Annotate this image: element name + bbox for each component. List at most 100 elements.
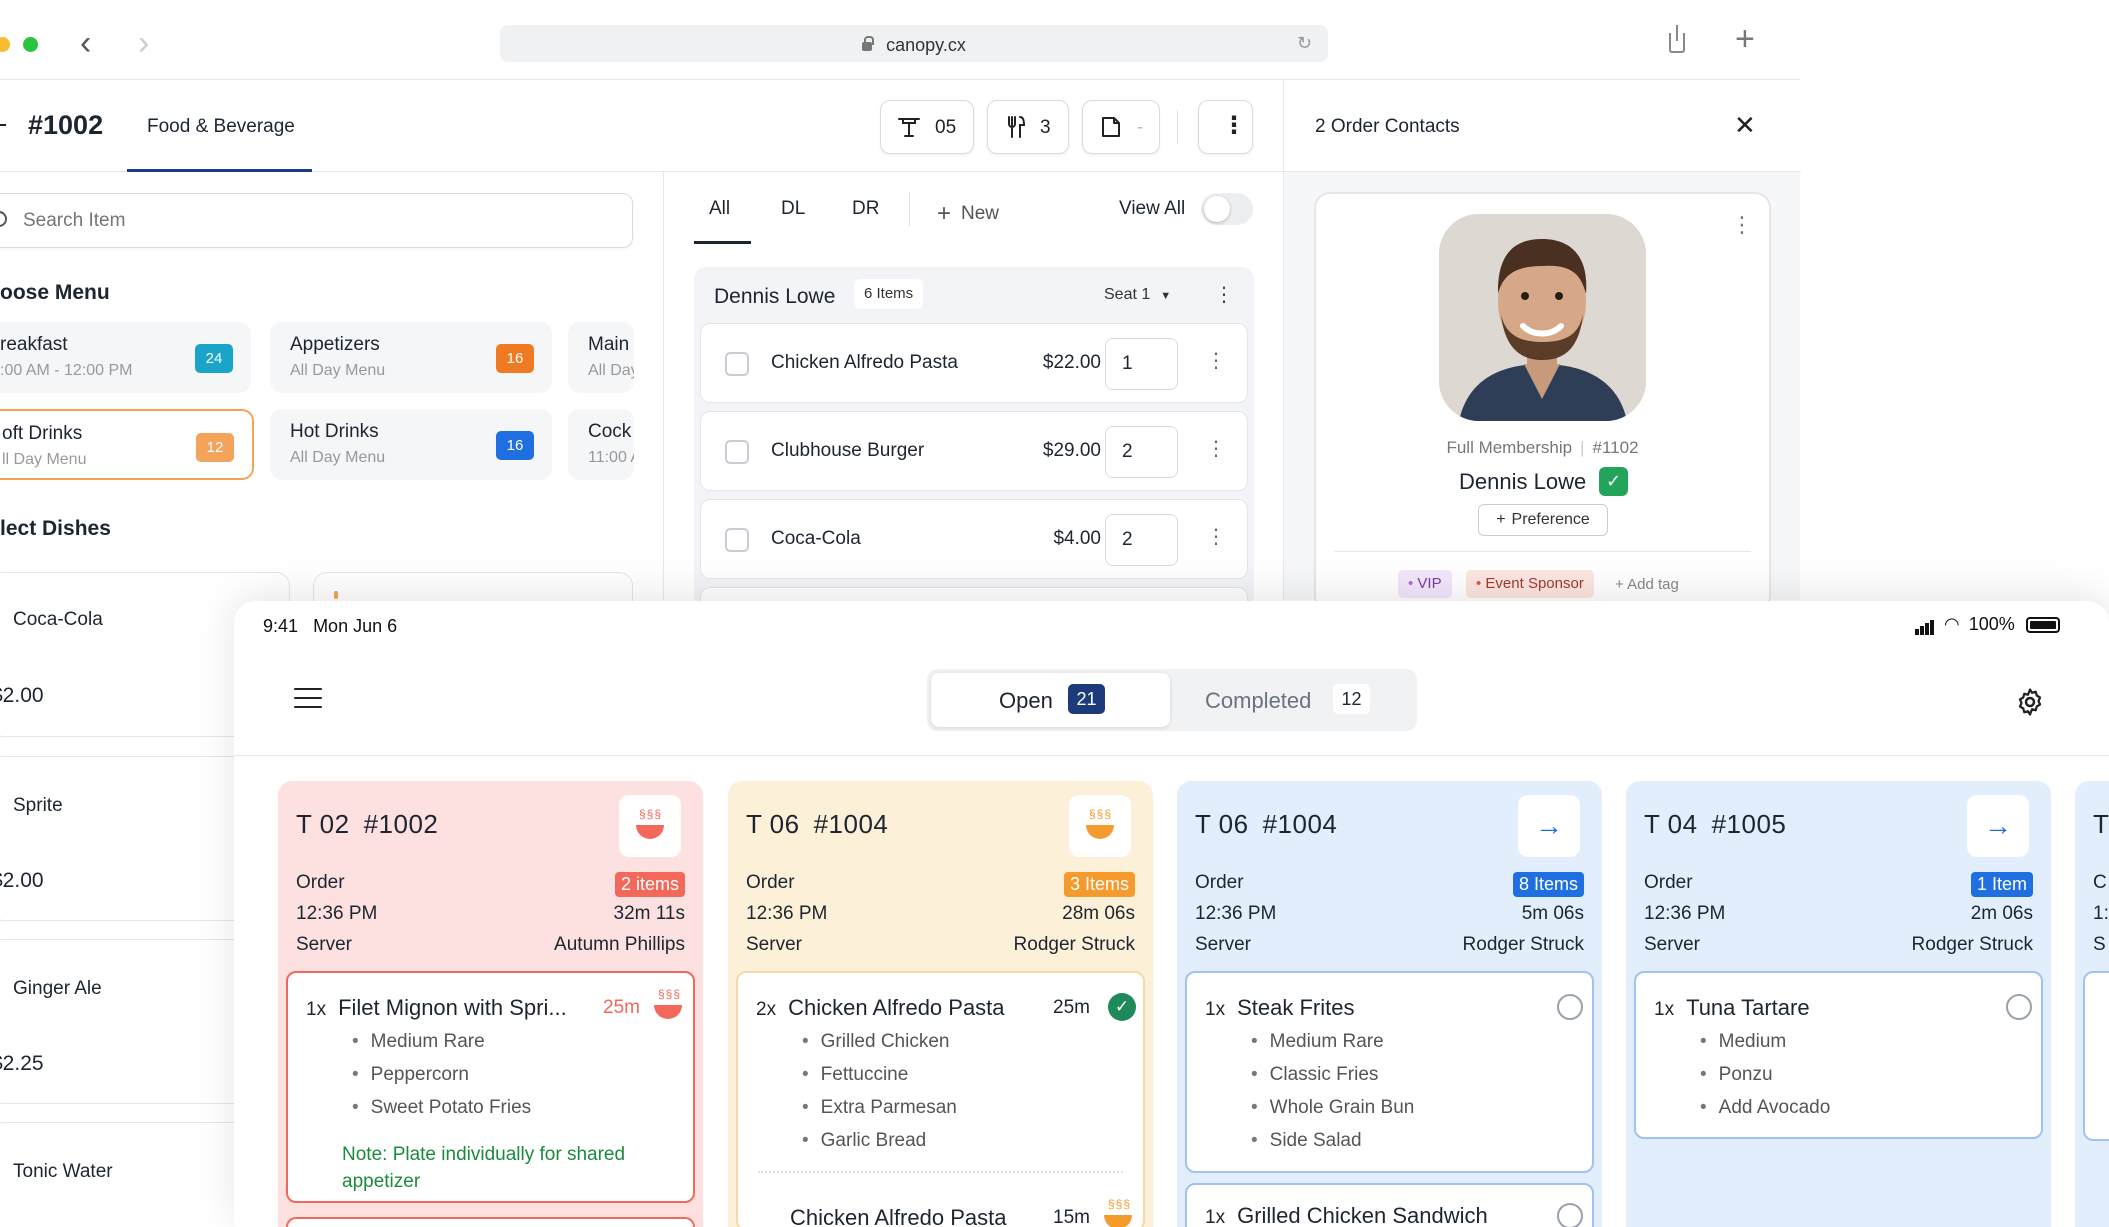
status-circle-icon[interactable] (1557, 994, 1583, 1020)
tab-open[interactable]: Open 21 (931, 673, 1170, 727)
modifier: Classic Fries (1251, 1064, 1414, 1097)
order-ticket[interactable]: T 02 #1002 §§§ Order 2 items 12:36 PM 32m 1… (278, 781, 703, 1227)
dish-price: $2.00 (0, 869, 44, 892)
kebab-menu-icon: ⋮ (1222, 112, 1246, 139)
menu-card-main[interactable]: Main All Day (568, 322, 634, 393)
quantity-input[interactable]: 2 (1105, 426, 1178, 478)
ticket-item[interactable] (286, 1217, 695, 1227)
menu-card-hot-drinks[interactable]: Hot Drinks All Day Menu 16 (270, 409, 552, 480)
ticket-item[interactable]: 1xFilet Mignon with Spri... 25m §§§ Medi… (286, 971, 695, 1203)
dish-card[interactable] (313, 572, 633, 602)
item-menu-icon[interactable]: ⋮ (1206, 348, 1226, 373)
ticket-item[interactable]: 1x Steak Frites Medium Rare Classic Fries… (1185, 971, 1594, 1173)
tag-event-sponsor[interactable]: • Event Sponsor (1466, 570, 1594, 598)
order-ticket[interactable]: T 06 #1004 §§§ Order 3 Items 12:36 PM 28m 0… (728, 781, 1153, 1227)
ticket-item[interactable]: 1x Tuna Tartare Medium Ponzu Add Avocado (1634, 971, 2043, 1139)
order-ticket[interactable]: T 06 #1004 → Order 8 Items 12:36 PM 5m 06s … (1177, 781, 1602, 1227)
close-icon[interactable]: ✕ (1734, 110, 1756, 141)
window-minimize-button[interactable] (0, 37, 10, 52)
menu-count-badge: 12 (196, 433, 234, 462)
new-seat-button[interactable]: + New (937, 198, 999, 227)
menu-card-soft-drinks[interactable]: oft Drinks ll Day Menu 12 (0, 409, 254, 480)
status-circle-icon[interactable] (1557, 1203, 1583, 1227)
menu-title: Appetizers (290, 334, 380, 355)
share-icon[interactable] (1669, 25, 1685, 53)
item-checkbox[interactable] (725, 528, 749, 552)
seat-value: Seat 1 (1104, 286, 1151, 303)
menu-card-appetizers[interactable]: Appetizers All Day Menu 16 (270, 322, 552, 393)
item-qty: 1x (306, 999, 327, 1020)
more-options-button[interactable]: ⋮ (1198, 100, 1253, 154)
modifier: Side Salad (1251, 1130, 1414, 1163)
item-qty: 1x (1205, 1207, 1226, 1227)
ticket-item[interactable]: 1x Grilled Chicken Sandwich (1185, 1183, 1594, 1227)
item-menu-icon[interactable]: ⋮ (1206, 436, 1226, 461)
item-menu-icon[interactable]: ⋮ (1206, 524, 1226, 549)
table-button[interactable]: 05 (880, 100, 974, 154)
window-zoom-button[interactable] (23, 37, 38, 52)
server-row: Server Rodger Struck (1644, 934, 2033, 956)
order-number: #1005 (1711, 809, 1787, 839)
gear-icon[interactable] (2015, 687, 2045, 722)
ticket-item[interactable] (2083, 971, 2109, 1141)
ticket-item[interactable]: 2x Chicken Alfredo Pasta 25m ✓ Grilled Ch… (736, 971, 1145, 1227)
tab-food-beverage[interactable]: Food & Beverage (147, 116, 295, 138)
seat-menu-icon[interactable]: ⋮ (1214, 282, 1234, 307)
completed-count-badge: 12 (1333, 684, 1370, 714)
item-header: 1x Filet Mignon with Spri... (306, 995, 567, 1021)
new-tab-icon[interactable]: + (1735, 22, 1755, 56)
server-name: Rodger Struck (1462, 934, 1584, 955)
item-timer: 25m (603, 997, 640, 1018)
dish-name: Ginger Ale (13, 978, 102, 999)
notes-button[interactable]: - (1082, 100, 1160, 154)
contacts-header: 2 Order Contacts ✕ (1284, 80, 1801, 172)
cart-item: Coca-Cola $4.00 2 ⋮ (700, 499, 1248, 579)
add-tag-button[interactable]: + Add tag (1615, 576, 1679, 593)
verified-check-icon: ✓ (1599, 467, 1628, 496)
menu-title: Cock (588, 421, 632, 442)
order-number: #1002 (28, 110, 104, 140)
order-ticket[interactable]: T 04 #1005 → Order 1 Item 12:36 PM 2m 06s S… (1626, 781, 2051, 1227)
menu-card-cocktails[interactable]: Cock 11:00 A (568, 409, 634, 480)
tab-all[interactable]: All (709, 198, 730, 220)
back-arrow-icon[interactable]: ‹ (80, 26, 91, 60)
arrow-right-icon[interactable]: → (1967, 795, 2029, 857)
status-circle-icon[interactable] (2006, 994, 2032, 1020)
guests-button[interactable]: 3 (987, 100, 1069, 154)
card-menu-icon[interactable]: ⋮ (1731, 212, 1753, 238)
arrow-right-icon[interactable]: → (1518, 795, 1580, 857)
note-icon (1099, 115, 1123, 145)
item-count-badge: 8 Items (1512, 872, 1584, 897)
item-separator (758, 1171, 1123, 1173)
tag-label: VIP (1417, 575, 1442, 592)
quantity-input[interactable]: 2 (1105, 514, 1178, 566)
back-dash-icon[interactable] (0, 124, 6, 126)
hamburger-menu-icon[interactable] (294, 688, 322, 715)
tab-dr[interactable]: DR (852, 198, 879, 220)
menu-card-breakfast[interactable]: reakfast :00 AM - 12:00 PM 24 (0, 322, 251, 393)
modifier: Medium (1700, 1031, 1830, 1064)
item-checkbox[interactable] (725, 440, 749, 464)
item-name: Grilled Chicken Sandwich (1237, 1203, 1488, 1227)
member-id: #1102 (1592, 438, 1639, 457)
server-name: Rodger Struck (1013, 934, 1135, 955)
view-all-toggle[interactable] (1201, 193, 1253, 225)
search-box[interactable] (0, 193, 633, 248)
search-input[interactable] (23, 210, 423, 232)
tab-dl[interactable]: DL (781, 198, 805, 220)
menu-subtitle: All Day Menu (290, 362, 386, 379)
server-row: Server Rodger Struck (1195, 934, 1584, 956)
preference-button[interactable]: + Preference (1478, 504, 1608, 536)
notes-value: - (1137, 117, 1144, 138)
item-header: 1x Grilled Chicken Sandwich (1205, 1203, 1488, 1227)
forward-arrow-icon[interactable]: › (138, 26, 149, 60)
item-checkbox[interactable] (725, 352, 749, 376)
address-bar[interactable]: canopy.cx ↻ (500, 25, 1328, 62)
quantity-input[interactable]: 1 (1105, 338, 1178, 390)
item-price: $22.00 (1042, 352, 1101, 373)
check-icon[interactable]: ✓ (1108, 993, 1136, 1021)
tag-vip[interactable]: • VIP (1398, 570, 1452, 598)
reload-icon[interactable]: ↻ (1297, 33, 1312, 54)
seat-select[interactable]: Seat 1 ▼ (1104, 286, 1171, 304)
order-ticket[interactable]: T C 1: S (2075, 781, 2109, 1227)
